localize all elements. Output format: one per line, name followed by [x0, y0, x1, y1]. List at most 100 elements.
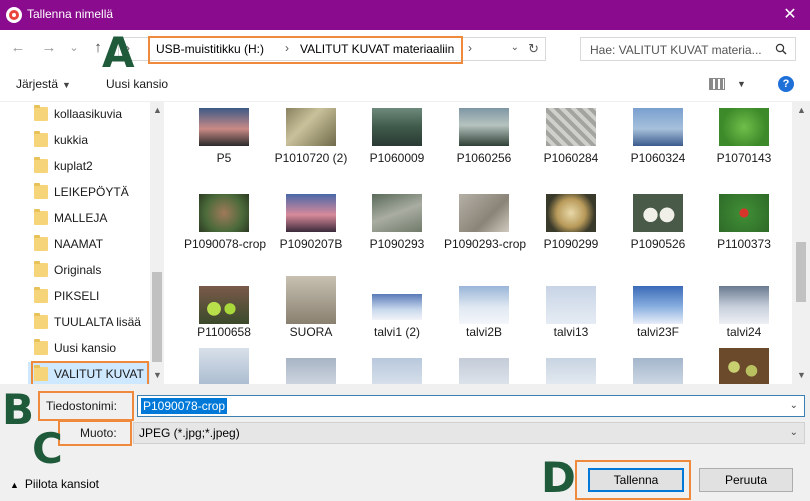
organize-label: Järjestä	[16, 77, 59, 91]
folder-icon	[34, 339, 48, 355]
image-thumbnail	[286, 358, 336, 384]
folder-label: kuplat2	[54, 159, 93, 173]
file-name: SUORA	[289, 325, 333, 339]
image-thumbnail	[286, 194, 336, 232]
file-name: P1060256	[456, 151, 512, 165]
highlight-box-filename-label	[38, 391, 134, 421]
image-thumbnail	[633, 108, 683, 146]
refresh-icon[interactable]: ↻	[528, 41, 539, 57]
image-thumbnail	[372, 108, 422, 146]
organize-caret-icon: ▼	[62, 80, 71, 90]
folder-label: NAAMAT	[54, 237, 104, 251]
file-grid-scrollbar[interactable]: ▲ ▼	[792, 102, 810, 384]
file-grid[interactable]: P5 P1010720 (2) P1060009 P1060256 P10602…	[170, 102, 792, 384]
image-thumbnail	[719, 108, 769, 146]
scroll-down-icon[interactable]: ▼	[153, 370, 162, 380]
filename-value: P1090078-crop	[141, 398, 228, 414]
image-thumbnail	[633, 358, 683, 384]
callout-c: C	[32, 424, 63, 473]
filename-input[interactable]: P1090078-crop ⌄	[137, 395, 805, 417]
new-folder-button[interactable]: Uusi kansio	[106, 77, 168, 91]
folder-label: kollaasikuvia	[54, 107, 123, 121]
folder-item[interactable]: TUULALTA lisää	[34, 310, 150, 336]
scroll-down-icon[interactable]: ▼	[797, 370, 806, 380]
view-options-icon[interactable]	[709, 78, 725, 90]
folder-item[interactable]: Uusi kansio	[34, 336, 150, 362]
view-caret-icon[interactable]: ▼	[737, 79, 746, 89]
highlight-box-save	[575, 460, 691, 500]
filename-history-dropdown-icon[interactable]: ⌄	[790, 400, 798, 411]
image-thumbnail	[199, 108, 249, 146]
highlight-box-folder	[31, 361, 149, 384]
folder-label: MALLEJA	[54, 211, 108, 225]
folder-item[interactable]: NAAMAT	[34, 232, 150, 258]
title-bar: Tallenna nimellä ✕	[0, 0, 810, 30]
image-thumbnail	[372, 194, 422, 232]
file-name: P1010720 (2)	[274, 151, 348, 165]
folder-label: Originals	[54, 263, 102, 277]
folder-item[interactable]: Originals	[34, 258, 150, 284]
filetype-select[interactable]: JPEG (*.jpg;*.jpeg) ⌄	[133, 422, 805, 444]
folder-label: Uusi kansio	[54, 341, 117, 355]
address-separator: ›	[468, 41, 472, 55]
folder-icon	[34, 131, 48, 147]
organize-menu[interactable]: Järjestä ▼	[16, 77, 71, 91]
folder-label: LEIKEPÖYTÄ	[54, 185, 129, 199]
file-name: P1060009	[369, 151, 425, 165]
file-name: P1070143	[716, 151, 772, 165]
folder-label: PIKSELI	[54, 289, 100, 303]
chevron-up-icon: ▲	[10, 480, 19, 490]
scroll-up-icon[interactable]: ▲	[153, 105, 162, 115]
file-name: P1090299	[543, 237, 599, 251]
image-thumbnail	[372, 358, 422, 384]
folder-tree[interactable]: kollaasikuvia kukkia kuplat2 LEIKEPÖYTÄ …	[0, 102, 150, 384]
sidebar-scroll-thumb[interactable]	[152, 272, 162, 362]
folder-item[interactable]: kukkia	[34, 128, 150, 154]
image-thumbnail	[459, 286, 509, 324]
recent-locations-icon[interactable]: ⌄	[66, 39, 82, 57]
image-thumbnail	[546, 194, 596, 232]
file-name: P1060324	[630, 151, 686, 165]
filetype-value: JPEG (*.jpg;*.jpeg)	[139, 426, 240, 440]
file-name: P1100373	[717, 237, 771, 251]
address-dropdown-icon[interactable]: ⌄	[511, 42, 519, 53]
back-icon[interactable]: ←	[10, 39, 26, 57]
folder-item[interactable]: PIKSELI	[34, 284, 150, 310]
app-icon	[6, 7, 22, 23]
folder-item[interactable]: kollaasikuvia	[34, 102, 150, 128]
image-thumbnail	[459, 194, 509, 232]
file-name: talvi2B	[465, 325, 503, 339]
image-thumbnail	[546, 108, 596, 146]
cancel-button[interactable]: Peruuta	[699, 468, 793, 492]
file-name: P1100658	[197, 325, 251, 339]
folder-item[interactable]: MALLEJA	[34, 206, 150, 232]
search-input[interactable]: Hae: VALITUT KUVAT materia...	[580, 37, 796, 61]
folder-item[interactable]: kuplat2	[34, 154, 150, 180]
image-thumbnail	[546, 358, 596, 384]
file-grid-scroll-thumb[interactable]	[796, 242, 806, 302]
folder-label: TUULALTA lisää	[54, 315, 141, 329]
search-placeholder: Hae: VALITUT KUVAT materia...	[590, 43, 762, 57]
help-icon[interactable]: ?	[778, 76, 794, 92]
image-thumbnail	[199, 286, 249, 324]
file-name: P1090078-crop	[184, 237, 267, 251]
image-thumbnail	[633, 286, 683, 324]
forward-icon[interactable]: →	[41, 39, 57, 57]
image-thumbnail	[459, 358, 509, 384]
file-name: P5	[216, 151, 232, 165]
sidebar-scrollbar[interactable]: ▲ ▼	[150, 102, 164, 384]
image-thumbnail	[719, 286, 769, 324]
callout-d: D	[541, 453, 576, 501]
folder-icon	[34, 157, 48, 173]
search-icon	[775, 43, 787, 55]
close-button[interactable]: ✕	[770, 0, 810, 30]
filetype-dropdown-icon[interactable]: ⌄	[790, 427, 798, 438]
folder-item[interactable]: LEIKEPÖYTÄ	[34, 180, 150, 206]
folder-icon	[34, 261, 48, 277]
image-thumbnail	[199, 348, 249, 384]
image-thumbnail	[459, 108, 509, 146]
file-name: P1090526	[630, 237, 686, 251]
scroll-up-icon[interactable]: ▲	[797, 105, 806, 115]
hide-folders-toggle[interactable]: ▲ Piilota kansiot	[10, 477, 99, 491]
image-thumbnail	[372, 294, 422, 320]
